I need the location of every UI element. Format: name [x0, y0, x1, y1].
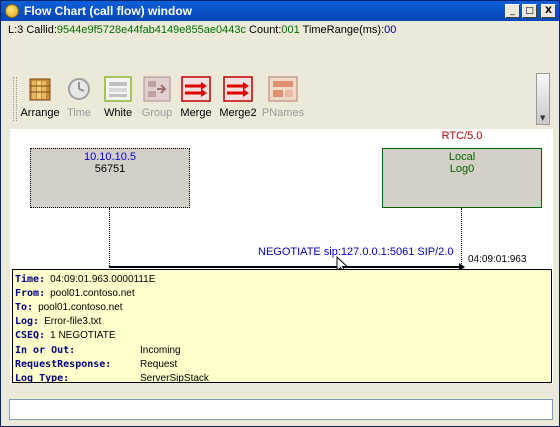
window-controls: _ □ X	[505, 4, 556, 18]
minimize-button[interactable]: _	[505, 4, 520, 18]
merge-label: Merge	[180, 107, 212, 119]
toolbar-scrollbar[interactable]: ▼	[536, 73, 550, 125]
node-name: Local	[448, 151, 476, 163]
merge2-label: Merge2	[219, 107, 257, 119]
merge2-icon	[223, 75, 253, 103]
detail-value: ServerSipStack	[140, 372, 209, 384]
message-arrow[interactable]	[109, 266, 461, 268]
detail-value: 1 NEGOTIATE	[50, 330, 116, 342]
detail-key: RequestResponse:	[15, 358, 112, 370]
timerange-value: 00	[384, 24, 397, 36]
merge2-button[interactable]: Merge2	[216, 75, 260, 119]
toolbar-grip[interactable]	[13, 77, 17, 121]
detail-key: Log Type:	[15, 372, 70, 384]
time-button[interactable]: Time	[60, 75, 98, 119]
clock-icon	[64, 75, 94, 103]
detail-row-logtype: Log Type: ServerSipStack	[15, 371, 549, 385]
detail-value: 04:09:01.963.0000111E	[50, 273, 156, 285]
node-port: 56751	[94, 163, 126, 175]
detail-key: CSEQ:	[15, 330, 46, 342]
group-label: Group	[141, 107, 173, 119]
node-ip: 10.10.10.5	[84, 151, 136, 163]
node-header: RTC/5.0	[441, 130, 483, 142]
detail-row-inout: In or Out: Incoming	[15, 343, 549, 357]
detail-value: pool01.contoso.net	[38, 301, 123, 313]
flow-chart-window: Flow Chart (call flow) window _ □ X L:3 …	[0, 0, 560, 427]
lifeline-left	[109, 208, 110, 268]
group-button[interactable]: Group	[138, 75, 176, 119]
window-title: Flow Chart (call flow) window	[24, 4, 192, 18]
detail-row-time: Time: 04:09:01.963.0000111E	[15, 272, 549, 286]
detail-value: Request	[140, 358, 178, 370]
command-input[interactable]	[9, 399, 553, 420]
group-icon	[142, 75, 172, 103]
maximize-button[interactable]: □	[522, 4, 537, 18]
close-button[interactable]: X	[541, 4, 556, 18]
detail-key: Time:	[15, 273, 46, 285]
arrange-button[interactable]: Arrange	[20, 75, 60, 119]
call-info-bar: L:3 Callid:9544e9f5728e44fab4149e855ae04…	[8, 24, 396, 36]
message-details-panel: Time: 04:09:01.963.0000111E From: pool01…	[12, 269, 552, 385]
toolbar: Arrange Time White Group Merge Merge2 PN…	[13, 75, 306, 123]
merge-button[interactable]: Merge	[177, 75, 215, 119]
pnames-icon	[268, 75, 298, 103]
app-icon	[5, 4, 19, 18]
detail-key: Log:	[15, 316, 40, 328]
detail-key: From:	[15, 287, 46, 299]
endpoint-node-right[interactable]: Local Log0	[382, 148, 542, 208]
detail-row-cseq: CSEQ: 1 NEGOTIATE	[15, 329, 549, 343]
node-log: Log0	[449, 163, 475, 175]
arrange-icon	[25, 75, 55, 103]
message-label[interactable]: NEGOTIATE sip:127.0.0.1:5061 SIP/2.0	[258, 246, 453, 258]
detail-key: In or Out:	[15, 344, 76, 356]
chevron-down-icon[interactable]: ▼	[540, 114, 545, 122]
detail-row-to: To: pool01.contoso.net	[15, 300, 549, 314]
message-timestamp: 04:09:01:963	[468, 254, 527, 265]
white-label: White	[103, 107, 133, 119]
flow-canvas[interactable]: 10.10.10.5 56751 RTC/5.0 Local Log0 NEGO…	[10, 129, 553, 385]
detail-value: Error-file3.txt	[44, 316, 102, 328]
title-bar[interactable]: Flow Chart (call flow) window _ □ X	[1, 1, 559, 21]
count-value: 001	[281, 24, 300, 36]
detail-key: To:	[15, 301, 34, 313]
merge-icon	[181, 75, 211, 103]
pnames-button[interactable]: PNames	[261, 75, 305, 119]
pnames-label: PNames	[261, 107, 305, 119]
arrange-label: Arrange	[20, 107, 60, 119]
time-label: Time	[66, 107, 92, 119]
white-button[interactable]: White	[99, 75, 137, 119]
detail-row-from: From: pool01.contoso.net	[15, 286, 549, 300]
detail-row-reqresp: RequestResponse: Request	[15, 357, 549, 371]
count-label: Count:	[245, 24, 282, 36]
detail-value: Incoming	[140, 344, 181, 356]
timerange-label: TimeRange(ms):	[299, 24, 385, 36]
level-label: L:3 Callid:	[8, 24, 57, 36]
endpoint-node-left[interactable]: 10.10.10.5 56751	[30, 148, 190, 208]
lifeline-right	[461, 208, 462, 268]
detail-value: pool01.contoso.net	[50, 287, 135, 299]
callid-value: 9544e9f5728e44fab4149e855ae0443c	[56, 24, 246, 36]
white-icon	[103, 75, 133, 103]
detail-row-log: Log: Error-file3.txt	[15, 315, 549, 329]
